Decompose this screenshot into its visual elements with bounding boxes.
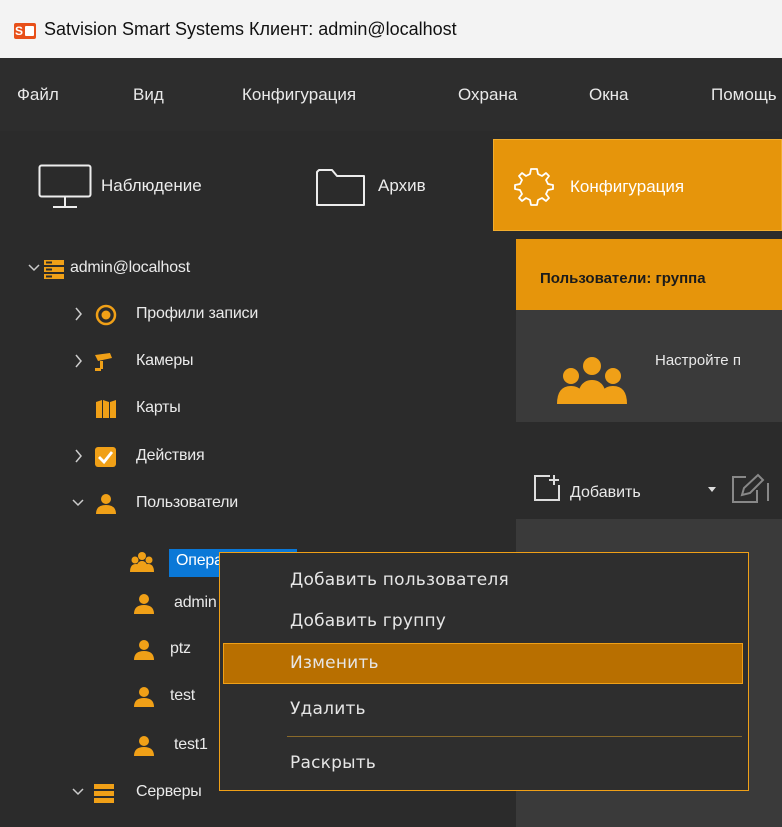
tree-root[interactable]: admin@localhost xyxy=(28,256,328,284)
menu-item-delete[interactable]: Удалить xyxy=(223,689,743,730)
tree-item-label: test xyxy=(170,687,195,704)
menu-item-expand[interactable]: Раскрыть xyxy=(223,743,743,784)
tree-item-user-test1[interactable]: test1 xyxy=(130,733,230,761)
menu-item-label: Раскрыть xyxy=(290,753,377,773)
tree-item-label: Пользователи xyxy=(136,494,239,511)
menu-view[interactable]: Вид xyxy=(133,85,164,105)
tree-item-actions[interactable]: Действия xyxy=(72,444,372,472)
tree-item-label: Профили записи xyxy=(136,305,259,322)
monitor-icon xyxy=(38,164,92,208)
chevron-down-icon xyxy=(72,788,84,796)
tree-item-label: Действия xyxy=(136,447,205,464)
context-menu: Добавить пользователя Добавить группу Из… xyxy=(219,552,749,791)
panel-info xyxy=(516,310,782,422)
tree-item-label: Серверы xyxy=(136,783,202,800)
users-group-icon xyxy=(130,552,154,572)
tab-archive-label: Архив xyxy=(378,176,426,195)
menu-help[interactable]: Помощь xyxy=(711,85,777,105)
tree-item-user-admin[interactable]: admin xyxy=(130,591,230,619)
folder-icon xyxy=(316,169,365,206)
tree-item-user-test[interactable]: test xyxy=(130,684,230,712)
menu-item-label: Добавить группу xyxy=(290,611,447,631)
tree-item-user-ptz[interactable]: ptz xyxy=(130,637,230,665)
tree-item-maps[interactable]: Карты xyxy=(72,396,372,424)
server-icon xyxy=(94,784,114,803)
menu-separator xyxy=(287,736,742,737)
chevron-down-icon[interactable] xyxy=(706,486,718,494)
menu-security[interactable]: Охрана xyxy=(458,85,517,105)
tree-item-label: test1 xyxy=(174,736,208,753)
tab-monitoring-label: Наблюдение xyxy=(101,176,202,195)
tree-item-label: admin xyxy=(174,594,217,611)
edit-icon[interactable] xyxy=(730,473,770,505)
menu-item-label: Изменить xyxy=(290,653,379,673)
menu-windows[interactable]: Окна xyxy=(589,85,629,105)
user-icon xyxy=(134,594,154,614)
window-title: Satvision Smart Systems Клиент: admin@lo… xyxy=(44,19,457,39)
panel-header-title: Пользователи: группа xyxy=(540,270,706,287)
tree-root-label: admin@localhost xyxy=(70,259,190,276)
chevron-down-icon xyxy=(72,499,84,507)
menu-item-label: Добавить пользователя xyxy=(290,570,509,590)
chevron-right-icon xyxy=(75,354,82,368)
tab-configuration-label: Конфигурация xyxy=(570,177,685,196)
server-icon xyxy=(44,260,64,279)
user-icon xyxy=(134,640,154,660)
add-button[interactable]: Добавить xyxy=(570,484,641,502)
tab-configuration[interactable]: Конфигурация xyxy=(493,139,782,231)
panel-info-text: Настройте п xyxy=(655,352,741,369)
tree-item-label: Камеры xyxy=(136,352,194,369)
menu-file[interactable]: Файл xyxy=(17,85,59,105)
app-logo: S xyxy=(14,23,36,39)
tree-item-label: ptz xyxy=(170,640,191,657)
add-icon[interactable] xyxy=(532,473,562,503)
chevron-right-icon xyxy=(75,449,82,463)
camera-icon xyxy=(95,353,112,371)
users-group-icon xyxy=(557,357,627,404)
tree-item-label: Карты xyxy=(136,399,181,416)
menu-item-add-group[interactable]: Добавить группу xyxy=(223,601,743,642)
menu-item-edit[interactable]: Изменить xyxy=(223,643,743,684)
tree-item-users[interactable]: Пользователи xyxy=(72,491,372,519)
menu-bar: Файл Вид Конфигурация Охрана Окна Помощь xyxy=(0,58,782,131)
chevron-down-icon xyxy=(28,264,40,272)
user-icon xyxy=(134,736,154,756)
map-icon xyxy=(96,400,116,418)
checkbox-icon xyxy=(95,447,116,467)
menu-item-add-user[interactable]: Добавить пользователя xyxy=(223,560,743,601)
menu-configuration[interactable]: Конфигурация xyxy=(242,85,356,105)
tab-archive[interactable]: Архив xyxy=(313,139,473,231)
chevron-right-icon xyxy=(75,307,82,321)
tree-item-cameras[interactable]: Камеры xyxy=(72,349,372,377)
tree-item-recording-profiles[interactable]: Профили записи xyxy=(72,302,372,330)
user-icon xyxy=(134,687,154,707)
record-profile-icon xyxy=(95,304,117,326)
tab-monitoring[interactable]: Наблюдение xyxy=(38,139,253,231)
gear-icon xyxy=(514,168,554,206)
app-logo-letter: S xyxy=(15,24,24,38)
menu-item-label: Удалить xyxy=(290,699,366,719)
user-icon xyxy=(96,494,116,514)
